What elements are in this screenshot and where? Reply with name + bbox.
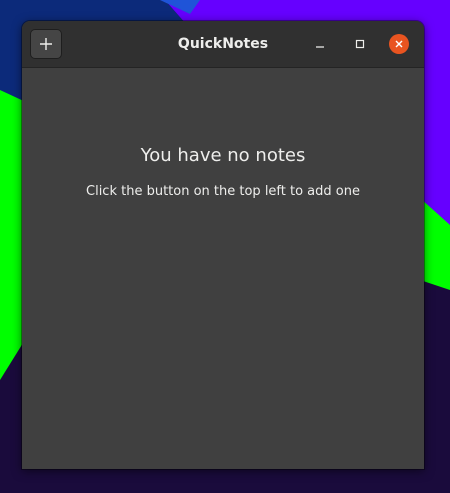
app-window: QuickNotes You have no notes Click the b… [22,21,424,469]
empty-state-title: You have no notes [140,145,306,166]
add-note-button[interactable] [30,29,62,59]
maximize-icon [355,39,365,49]
close-button[interactable] [389,34,409,54]
title-bar[interactable]: QuickNotes [22,21,424,68]
maximize-button[interactable] [350,34,370,54]
minimize-icon [316,46,324,48]
minimize-button[interactable] [310,34,330,54]
empty-state-hint: Click the button on the top left to add … [86,184,360,199]
notes-area: You have no notes Click the button on th… [22,68,424,469]
close-icon [395,40,403,48]
plus-icon [40,38,52,50]
